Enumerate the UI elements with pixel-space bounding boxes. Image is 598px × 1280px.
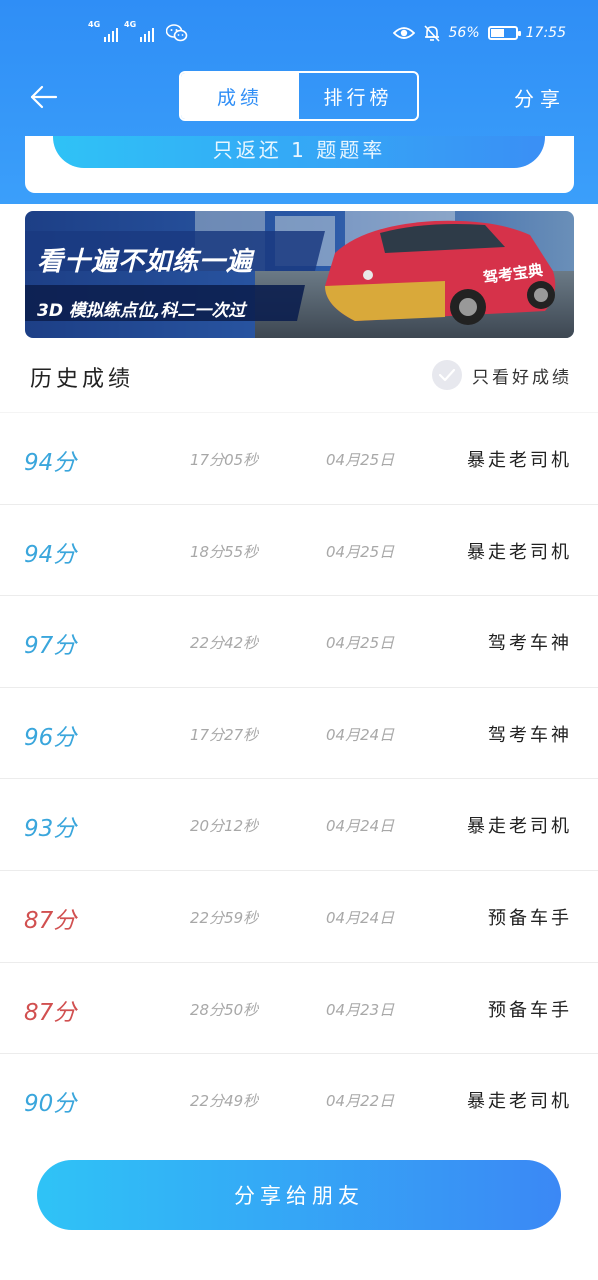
rank-title: 暴走老司机 <box>467 1091 572 1113</box>
segmented-tabs: 成绩 排行榜 <box>179 71 419 121</box>
duration-value: 28分50秒 <box>190 1000 259 1019</box>
score-row[interactable]: 93分 20分12秒 04月24日 暴走老司机 <box>0 778 598 870</box>
tab-leaderboard[interactable]: 排行榜 <box>299 73 417 119</box>
score-value: 93分 <box>24 816 77 843</box>
duration-value: 22分59秒 <box>190 908 259 927</box>
score-value: 96分 <box>24 724 77 751</box>
bell-muted-icon <box>423 25 440 42</box>
date-value: 04月25日 <box>326 451 395 469</box>
share-button[interactable]: 分享 <box>514 83 566 112</box>
date-value: 04月23日 <box>326 1000 395 1019</box>
date-value: 04月25日 <box>326 542 395 561</box>
status-left: 4G 4G <box>88 20 188 44</box>
date-value: 04月22日 <box>326 1092 395 1111</box>
duration-value: 17分05秒 <box>190 451 259 469</box>
battery-percent: 56% <box>448 25 480 41</box>
score-row[interactable]: 87分 28分50秒 04月23日 预备车手 <box>0 961 598 1054</box>
score-row[interactable]: 90分 22分49秒 04月22日 暴走老司机 <box>0 1053 598 1145</box>
banner-headline: 看十遍不如练一遍 <box>37 247 254 277</box>
duration-value: 18分55秒 <box>190 542 259 561</box>
date-value: 04月25日 <box>326 634 395 653</box>
filter-label: 只看好成绩 <box>472 367 572 388</box>
rank-title: 预备车手 <box>488 999 572 1021</box>
signal-icon: 4G <box>88 20 118 44</box>
good-scores-filter[interactable]: 只看好成绩 <box>432 360 572 390</box>
status-bar: 4G 4G 56% 17:55 <box>0 18 598 52</box>
tab-scores[interactable]: 成绩 <box>181 73 299 119</box>
battery-icon <box>487 26 521 40</box>
history-title: 历史成绩 <box>30 367 135 392</box>
status-right: 56% 17:55 <box>392 24 566 42</box>
battery-fill <box>490 29 504 37</box>
score-row[interactable]: 96分 17分27秒 04月24日 驾考车神 <box>0 686 598 779</box>
wechat-icon <box>166 24 188 42</box>
top-card: 只返还 1 题题率 <box>25 136 574 193</box>
rank-title: 暴走老司机 <box>467 816 572 838</box>
clock: 17:55 <box>525 25 566 41</box>
history-header: 历史成绩 只看好成绩 <box>0 345 598 409</box>
rank-title: 驾考车神 <box>488 724 572 746</box>
duration-value: 22分49秒 <box>190 1092 259 1111</box>
rank-title: 预备车手 <box>488 907 572 929</box>
rank-title: 暴走老司机 <box>467 541 572 563</box>
duration-value: 20分12秒 <box>190 817 259 836</box>
score-row[interactable]: 97分 22分42秒 04月25日 驾考车神 <box>0 595 598 687</box>
duration-value: 22分42秒 <box>190 634 259 653</box>
score-value: 87分 <box>24 999 77 1026</box>
back-arrow-icon[interactable] <box>28 82 60 112</box>
nav-bar: 成绩 排行榜 分享 <box>0 70 598 122</box>
network-type-1: 4G <box>88 20 101 29</box>
share-to-friends-button[interactable]: 分享给朋友 <box>37 1160 561 1230</box>
rank-title: 暴走老司机 <box>467 450 572 471</box>
checkmark-icon[interactable] <box>432 360 462 390</box>
rank-title: 驾考车神 <box>488 633 572 655</box>
score-value: 90分 <box>24 1091 77 1118</box>
score-value: 94分 <box>24 541 77 568</box>
score-row[interactable]: 94分 18分55秒 04月25日 暴走老司机 <box>0 503 598 596</box>
score-row[interactable]: 94分 17分05秒 04月25日 暴走老司机 <box>0 412 598 504</box>
date-value: 04月24日 <box>326 725 395 744</box>
date-value: 04月24日 <box>326 908 395 927</box>
banner-subline: 3D 模拟练点位,科二一次过 <box>37 301 246 321</box>
score-value: 97分 <box>24 633 77 660</box>
signal-icon: 4G <box>124 20 154 44</box>
score-value: 94分 <box>24 450 77 476</box>
network-type-2: 4G <box>124 20 137 29</box>
duration-value: 17分27秒 <box>190 725 259 744</box>
promo-banner[interactable]: 看十遍不如练一遍 3D 模拟练点位,科二一次过 驾考宝典 <box>25 211 574 338</box>
history-list: 94分 17分05秒 04月25日 暴走老司机 94分 18分55秒 04月25日 暴走老司机… <box>0 412 598 1145</box>
eye-icon <box>392 27 415 39</box>
score-row[interactable]: 87分 22分59秒 04月24日 预备车手 <box>0 869 598 962</box>
date-value: 04月24日 <box>326 817 395 836</box>
score-value: 87分 <box>24 907 77 934</box>
card-action-button[interactable]: 只返还 1 题题率 <box>53 136 545 168</box>
